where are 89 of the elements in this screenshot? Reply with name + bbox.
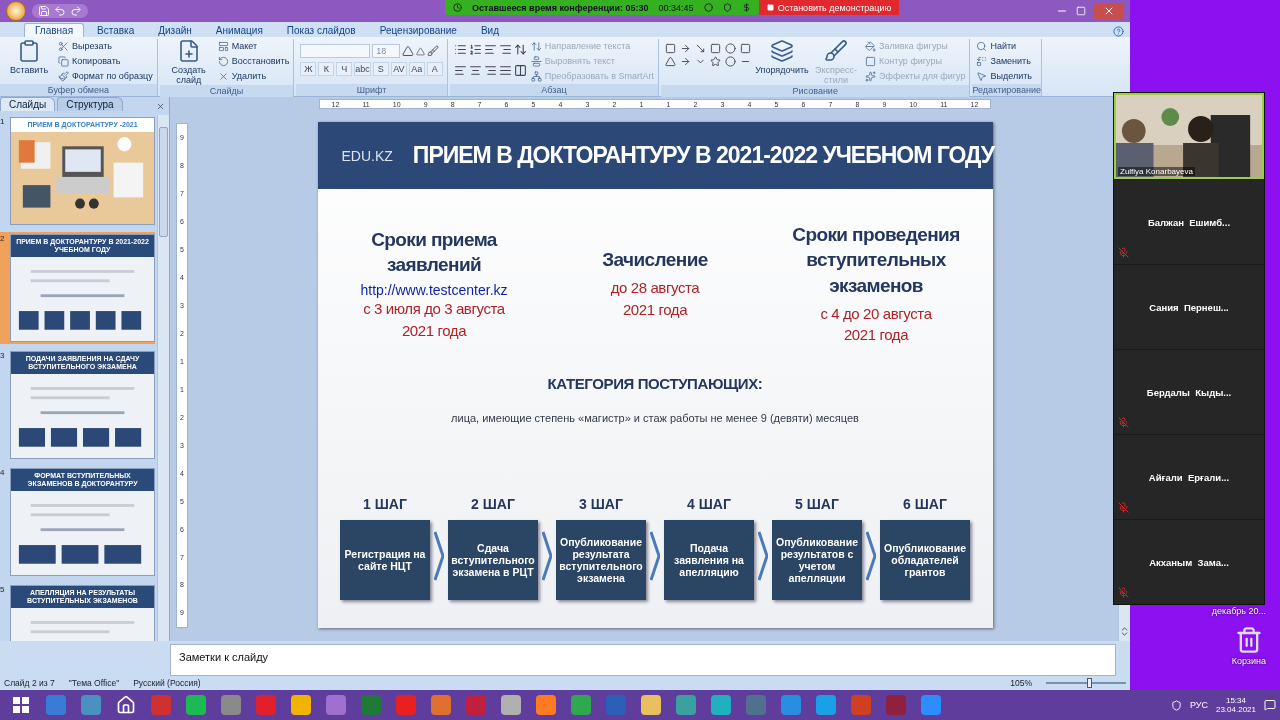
notes-field[interactable]: Заметки к слайду bbox=[170, 644, 1116, 676]
remaining-time: Оставшееся время конференции: 05:30 bbox=[472, 2, 649, 13]
ribbon-tab[interactable]: Главная bbox=[24, 23, 85, 37]
participant-name: Айғали Ерғали... bbox=[1148, 471, 1230, 483]
group-label: Буфер обмена bbox=[0, 84, 157, 96]
step-label: 1 ШАГ bbox=[363, 496, 407, 512]
ribbon-button[interactable]: Выделить bbox=[976, 69, 1032, 83]
participant-tile[interactable]: Балжан Ешимб... bbox=[1114, 179, 1264, 264]
date-text: 2021 года bbox=[843, 325, 909, 346]
language-indicator[interactable]: РУС bbox=[1189, 700, 1208, 710]
font-style-button[interactable]: S bbox=[372, 62, 389, 76]
column-heading: Сроки проведения вступительных экзаменов bbox=[791, 222, 961, 299]
column-heading: Зачисление bbox=[602, 248, 708, 273]
date-text: с 4 до 20 августа bbox=[820, 303, 932, 324]
date-text: 2021 года bbox=[622, 299, 688, 320]
ribbon-button[interactable]: Восстановить bbox=[217, 54, 290, 68]
slide-number: 4 bbox=[0, 468, 6, 477]
elapsed-time: 00:34:45 bbox=[658, 2, 694, 13]
ribbon-button[interactable]: Формат по образцу bbox=[58, 69, 153, 83]
group-label: Рисование bbox=[661, 85, 970, 97]
font-style-button[interactable]: AV bbox=[390, 62, 407, 76]
ribbon-button[interactable]: Удалить bbox=[217, 69, 290, 83]
ribbon-button[interactable]: Упорядочить bbox=[757, 39, 808, 75]
ribbon-button[interactable]: Заменить bbox=[976, 54, 1032, 68]
date-text: с 3 июля до 3 августа bbox=[363, 298, 505, 319]
language: Русский (Россия) bbox=[133, 678, 201, 688]
step-box: Опубликование результата вступительного экзамена bbox=[556, 520, 646, 600]
category-title: КАТЕГОРИЯ ПОСТУПАЮЩИХ: bbox=[546, 375, 764, 392]
link[interactable]: http://www.testcenter.kz bbox=[360, 281, 508, 298]
clock[interactable]: 15:34 23.04.2021 bbox=[1215, 696, 1256, 714]
participant-tile[interactable]: Акханым Зама... bbox=[1114, 519, 1264, 604]
participant-tile[interactable]: Бердалы Кыды... bbox=[1114, 349, 1264, 434]
participant-name: Сания Пернеш... bbox=[1149, 301, 1229, 313]
step-label: 3 ШАГ bbox=[579, 496, 623, 512]
column-heading: Сроки приема заявлений bbox=[370, 227, 499, 278]
slide-number: 1 bbox=[0, 117, 6, 126]
desktop-label: декабрь 20... bbox=[1211, 606, 1266, 616]
step-box: Опубликование обладателей грантов bbox=[880, 520, 970, 600]
slide-counter: Слайд 2 из 7 bbox=[4, 678, 55, 688]
pane-tab[interactable]: Структура bbox=[57, 97, 123, 111]
participant-name: Бердалы Кыды... bbox=[1146, 386, 1232, 398]
stop-sharing-button[interactable]: Остановить демонстрацию bbox=[758, 0, 900, 15]
font-style-button[interactable]: Ж bbox=[300, 62, 317, 76]
group-label: Редактирование bbox=[972, 84, 1041, 96]
font-style-button[interactable]: К bbox=[318, 62, 335, 76]
group-label: Абзац bbox=[449, 84, 659, 96]
participant-name: Балжан Ешимб... bbox=[1147, 216, 1231, 228]
step-box: Регистрация на сайте НЦТ bbox=[340, 520, 430, 600]
ribbon-tab[interactable]: Дизайн bbox=[147, 23, 203, 37]
font-style-button[interactable]: abc bbox=[354, 62, 371, 76]
pane-tab[interactable]: Слайды bbox=[0, 97, 56, 111]
date-text: 2021 года bbox=[401, 320, 467, 341]
participant-name: Zulfiya Konarbayeva bbox=[1118, 167, 1195, 176]
logo: EDU.KZ bbox=[341, 147, 393, 164]
category-text: лица, имеющие степень «магистр» и стаж работы не менее 9 (девяти) месяцев bbox=[450, 412, 860, 424]
slide-title: ПРИЕМ В ДОКТОРАНТУРУ В 2021-2022 УЧЕБНОМ ГОДУ bbox=[412, 142, 995, 169]
slide-number: 5 bbox=[0, 585, 6, 594]
font-style-button[interactable]: A bbox=[426, 62, 443, 76]
font-style-button[interactable]: Ч bbox=[336, 62, 353, 76]
ribbon-button[interactable]: Вырезать bbox=[58, 39, 153, 53]
ribbon-button[interactable]: Найти bbox=[976, 39, 1032, 53]
icon-label: Корзина bbox=[1231, 656, 1266, 666]
step-label: 6 ШАГ bbox=[903, 496, 947, 512]
participant-tile[interactable]: Айғали Ерғали... bbox=[1114, 434, 1264, 519]
slide-number: 2 bbox=[0, 234, 6, 243]
slide-number: 3 bbox=[0, 351, 6, 360]
step-label: 5 ШАГ bbox=[795, 496, 839, 512]
theme-name: "Тема Office" bbox=[68, 678, 120, 688]
font-style-button[interactable]: Aa bbox=[408, 62, 425, 76]
step-box: Подача заявления на апелляцию bbox=[664, 520, 754, 600]
group-label: Шрифт bbox=[296, 84, 447, 96]
ribbon-button[interactable]: Копировать bbox=[58, 54, 153, 68]
step-label: 2 ШАГ bbox=[471, 496, 515, 512]
group-label: Слайды bbox=[159, 85, 294, 97]
date-text: до 28 августа bbox=[610, 278, 700, 299]
ribbon-button[interactable]: Вставить bbox=[4, 39, 54, 75]
participant-name: Акханым Зама... bbox=[1149, 556, 1229, 568]
ribbon-tab[interactable]: Вставка bbox=[86, 23, 146, 37]
ribbon-tab[interactable]: Показ слайдов bbox=[275, 23, 367, 37]
step-box: Сдача вступительного экзамена в РЦТ bbox=[448, 520, 538, 600]
ribbon-button[interactable]: Макет bbox=[217, 39, 290, 53]
ribbon-tab[interactable]: Анимация bbox=[204, 23, 274, 37]
participant-tile[interactable]: Сания Пернеш... bbox=[1114, 264, 1264, 349]
zoom-percent: 105% bbox=[1010, 678, 1032, 688]
ribbon-tab[interactable]: Рецензирование bbox=[368, 23, 468, 37]
step-box: Опубликование результатов с учетом апелляции bbox=[772, 520, 862, 600]
step-label: 4 ШАГ bbox=[687, 496, 731, 512]
ribbon-tab[interactable]: Вид bbox=[469, 23, 510, 37]
ribbon-button[interactable]: Создать слайд bbox=[163, 39, 214, 85]
